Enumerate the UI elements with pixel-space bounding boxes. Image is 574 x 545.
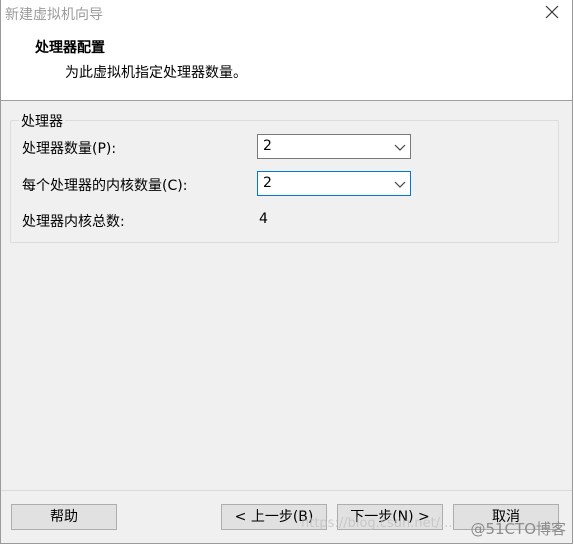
page-title: 处理器配置 xyxy=(35,40,105,56)
window-title: 新建虚拟机向导 xyxy=(5,7,103,23)
page-subtitle: 为此虚拟机指定处理器数量。 xyxy=(65,65,247,81)
chevron-down-icon xyxy=(394,178,406,190)
title-bar: 新建虚拟机向导 xyxy=(1,0,572,28)
help-button[interactable]: 帮助 xyxy=(11,504,117,530)
watermark-url: https://blog.csdn.net/... xyxy=(301,516,453,531)
new-vm-wizard-dialog: 新建虚拟机向导 处理器配置 为此虚拟机指定处理器数量。 处理器 处理器数量(P)… xyxy=(0,0,573,544)
cores-per-processor-label: 每个处理器的内核数量(C): xyxy=(22,178,188,194)
processor-count-value: 2 xyxy=(263,138,272,154)
cores-per-processor-select[interactable]: 2 xyxy=(257,171,411,196)
total-cores-value: 4 xyxy=(259,211,268,227)
chevron-down-icon xyxy=(394,141,406,153)
watermark-brand: @51CTO博客 xyxy=(470,520,566,538)
group-title: 处理器 xyxy=(19,111,65,131)
close-icon[interactable] xyxy=(544,4,560,20)
processor-count-label: 处理器数量(P): xyxy=(22,141,117,157)
wizard-header: 处理器配置 为此虚拟机指定处理器数量。 xyxy=(1,28,572,101)
footer-divider xyxy=(1,490,572,491)
cores-per-processor-value: 2 xyxy=(263,175,272,191)
total-cores-label: 处理器内核总数: xyxy=(22,214,125,230)
processor-count-select[interactable]: 2 xyxy=(257,134,411,159)
